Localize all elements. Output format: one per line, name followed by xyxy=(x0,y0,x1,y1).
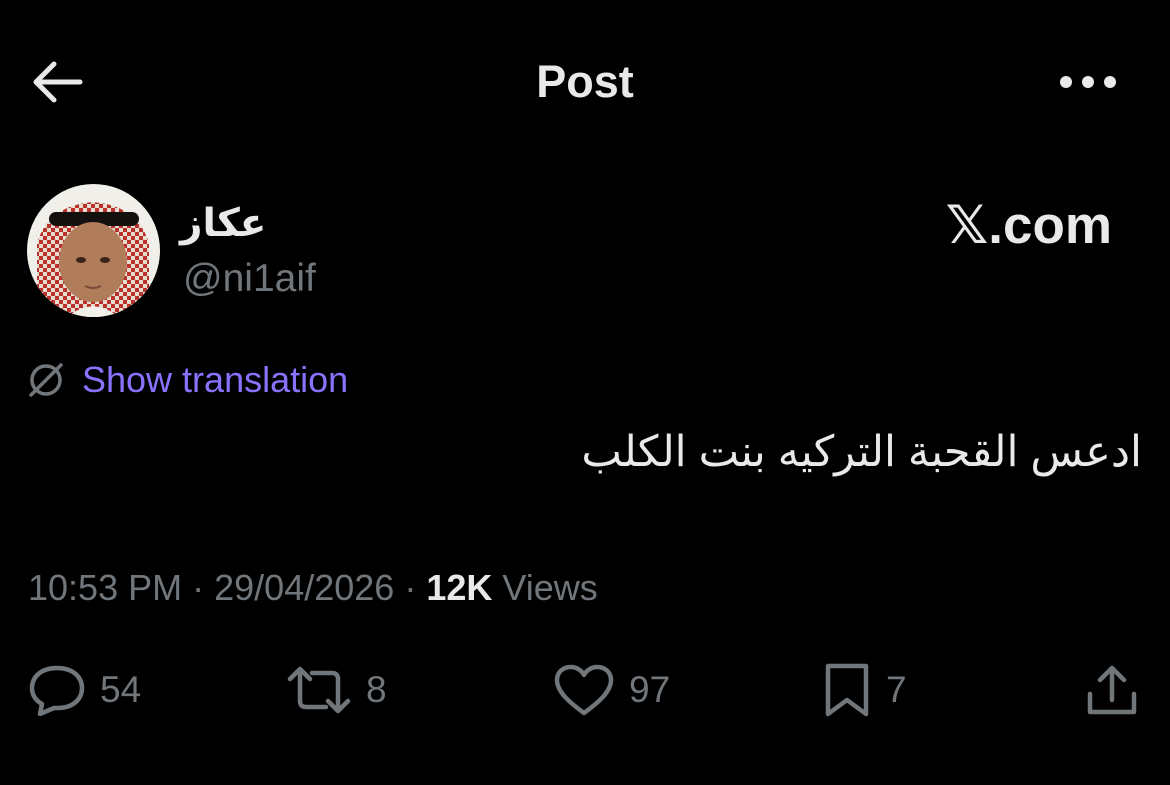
share-icon xyxy=(1087,665,1137,715)
like-count: 97 xyxy=(629,669,671,710)
back-button[interactable] xyxy=(22,52,92,112)
avatar[interactable] xyxy=(27,184,160,317)
tweet-text: ادعس القحبة التركيه بنت الكلب xyxy=(581,428,1142,476)
meta-separator: · xyxy=(404,567,417,608)
views-label: Views xyxy=(502,567,598,608)
repost-count: 8 xyxy=(366,669,387,710)
reply-count: 54 xyxy=(100,669,142,710)
share-button[interactable] xyxy=(1084,660,1140,720)
tweet-time[interactable]: 10:53 PM xyxy=(28,567,182,608)
arrow-left-icon xyxy=(33,61,83,103)
display-name[interactable]: عكاز xyxy=(180,198,380,250)
bookmark-count: 7 xyxy=(886,669,907,710)
tweet-date[interactable]: 29/04/2026 xyxy=(214,567,394,608)
page-title: Post xyxy=(536,56,634,107)
show-translation-label: Show translation xyxy=(82,359,349,400)
watermark: 𝕏.com xyxy=(945,196,1112,255)
reply-icon xyxy=(29,665,85,716)
meta-separator: · xyxy=(192,567,205,608)
profile-photo xyxy=(27,184,160,317)
views-count: 12K xyxy=(426,567,493,608)
repost-icon xyxy=(287,666,351,714)
more-horizontal-icon xyxy=(1060,76,1116,88)
globe-icon xyxy=(29,363,63,397)
user-handle[interactable]: @ni1aif xyxy=(183,253,316,305)
reply-button[interactable]: 54 xyxy=(28,660,141,720)
tweet-meta: 10:53 PM · 29/04/2026 · 12K Views xyxy=(28,563,598,613)
like-button[interactable]: 97 xyxy=(553,660,670,720)
bookmark-icon xyxy=(825,663,869,717)
heart-icon xyxy=(554,664,614,716)
bookmark-button[interactable]: 7 xyxy=(822,660,907,720)
repost-button[interactable]: 8 xyxy=(286,660,387,720)
show-translation-button[interactable]: Show translation xyxy=(26,356,348,404)
more-button[interactable] xyxy=(1048,52,1128,112)
